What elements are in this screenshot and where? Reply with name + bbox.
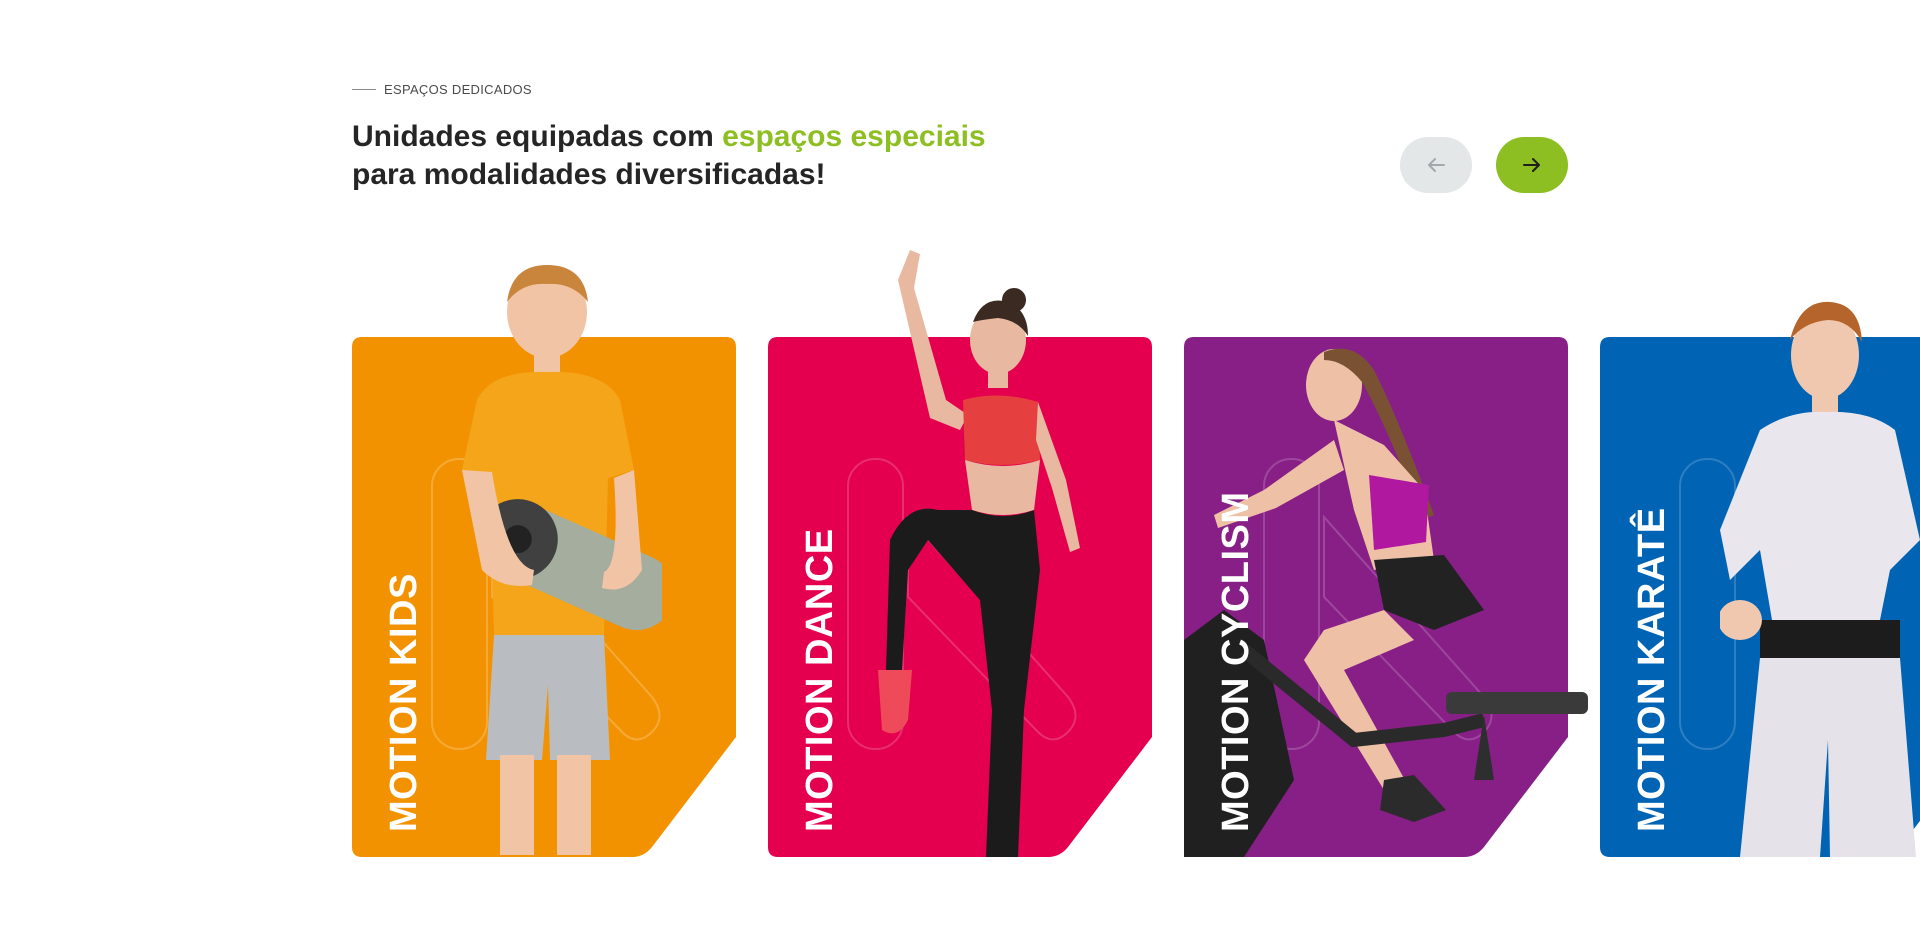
card-label: MOTION KIDS [383, 573, 425, 832]
card-motion-dance[interactable]: MOTION DANCE [768, 240, 1152, 857]
card-motion-karate[interactable]: MOTION KARATÊ [1600, 240, 1920, 857]
card-label: MOTION CYCLISM [1215, 491, 1257, 832]
card-motion-kids[interactable]: MOTION KIDS [352, 240, 736, 857]
card-motion-cyclism[interactable]: MOTION CYCLISM [1184, 240, 1588, 857]
card-label: MOTION DANCE [799, 528, 841, 832]
modalities-carousel: MOTION KIDS MOTION DANCE MOTION CYCLISM … [0, 0, 1920, 937]
card-label: MOTION KARATÊ [1631, 507, 1673, 832]
